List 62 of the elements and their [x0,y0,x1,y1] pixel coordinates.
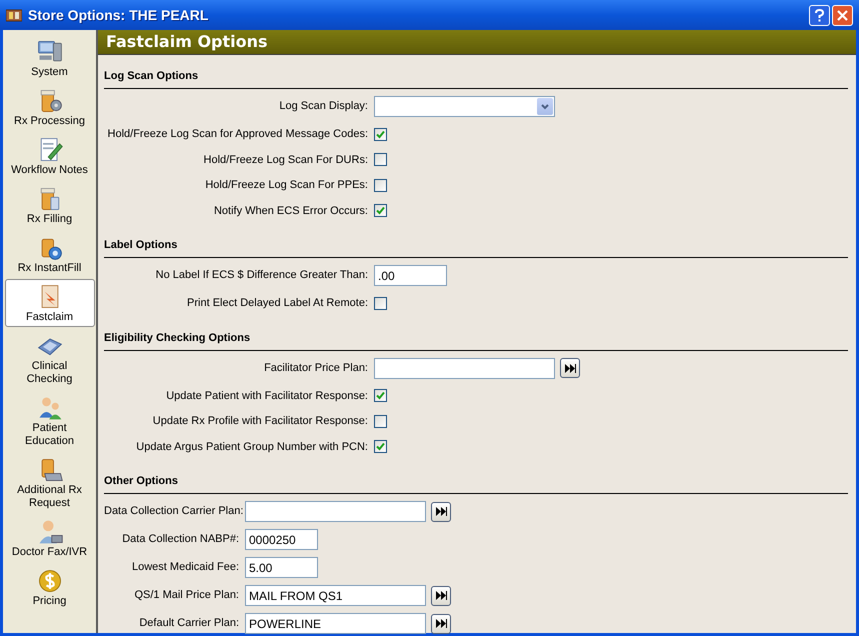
sidebar-item[interactable]: Pricing [4,563,94,611]
fast-forward-icon [564,364,576,372]
field-label: Update Argus Patient Group Number with PCN: [135,440,368,454]
section-heading: Log Scan Options [104,63,848,89]
chevron-down-icon [537,98,553,115]
window-title: Store Options: THE PEARL [28,6,208,25]
field-label: Facilitator Price Plan: [263,360,368,376]
text-field[interactable] [245,501,426,522]
field-label: Notify When ECS Error Occurs: [212,204,368,218]
text-field[interactable]: POWERLINE [245,613,426,634]
lookup-button[interactable] [560,358,580,378]
sidebar-item[interactable]: Clinical Checking [4,328,94,389]
window-app-icon [6,8,22,22]
section-heading: Eligibility Checking Options [104,324,848,350]
fast-forward-icon [436,619,446,628]
sidebar-item[interactable]: Rx Filling [4,181,94,229]
text-field[interactable]: .00 [374,265,447,286]
field-label: Print Elect Delayed Label At Remote: [186,296,368,311]
close-icon [837,10,848,20]
sidebar-item[interactable]: Fastclaim [4,279,94,327]
field-label: Hold/Freeze Log Scan For DURs: [202,152,368,168]
lookup-button[interactable] [431,502,451,522]
section-heading: Label Options [104,232,848,258]
field-label: Log Scan Display: [278,99,368,114]
text-field[interactable]: MAIL FROM QS1 [245,585,426,606]
checkbox[interactable] [374,153,387,166]
text-field[interactable]: 5.00 [245,557,318,578]
section-heading: Other Options [104,468,848,494]
sidebar-item[interactable]: Doctor Fax/IVR [4,514,94,562]
field-label: Hold/Freeze Log Scan For PPEs: [204,178,368,193]
checkbox[interactable] [374,440,387,454]
sidebar-item[interactable]: System [4,34,94,82]
lookup-button[interactable] [431,586,451,606]
sidebar-item[interactable]: Rx Processing [4,83,94,131]
checkbox[interactable] [374,296,387,310]
field-label: QS/1 Mail Price Plan: [133,588,239,604]
checkbox[interactable] [374,204,387,218]
sidebar-item[interactable]: Additional Rx Request [4,452,94,513]
field-label: Data Collection NABP#: [121,532,239,548]
dropdown-field[interactable] [374,96,555,117]
text-field[interactable] [374,358,555,378]
field-label: Default Carrier Plan: [138,616,239,632]
checkbox[interactable] [374,414,387,428]
text-field[interactable]: 0000250 [245,529,318,550]
fast-forward-icon [436,591,446,600]
checkbox[interactable] [374,178,387,192]
sidebar-item[interactable]: Patient Education [4,390,94,451]
field-label: Update Rx Profile with Facilitator Response: [152,414,368,429]
field-label: Hold/Freeze Log Scan for Approved Message Codes: [106,127,368,142]
sidebar-item[interactable]: Workflow Notes [4,132,94,180]
field-label: Lowest Medicaid Fee: [131,560,239,576]
close-button[interactable] [832,4,853,26]
field-label: No Label If ECS $ Difference Greater Than: [154,268,368,284]
help-button[interactable] [809,4,830,26]
checkbox[interactable] [374,389,387,402]
help-icon [815,8,824,22]
sidebar-item[interactable]: Rx InstantFill [4,230,94,278]
field-label: Update Patient with Facilitator Response: [165,388,368,404]
lookup-button[interactable] [431,614,451,634]
fast-forward-icon [436,507,446,516]
panel-header: Fastclaim Options [98,30,856,55]
checkbox[interactable] [374,128,387,141]
